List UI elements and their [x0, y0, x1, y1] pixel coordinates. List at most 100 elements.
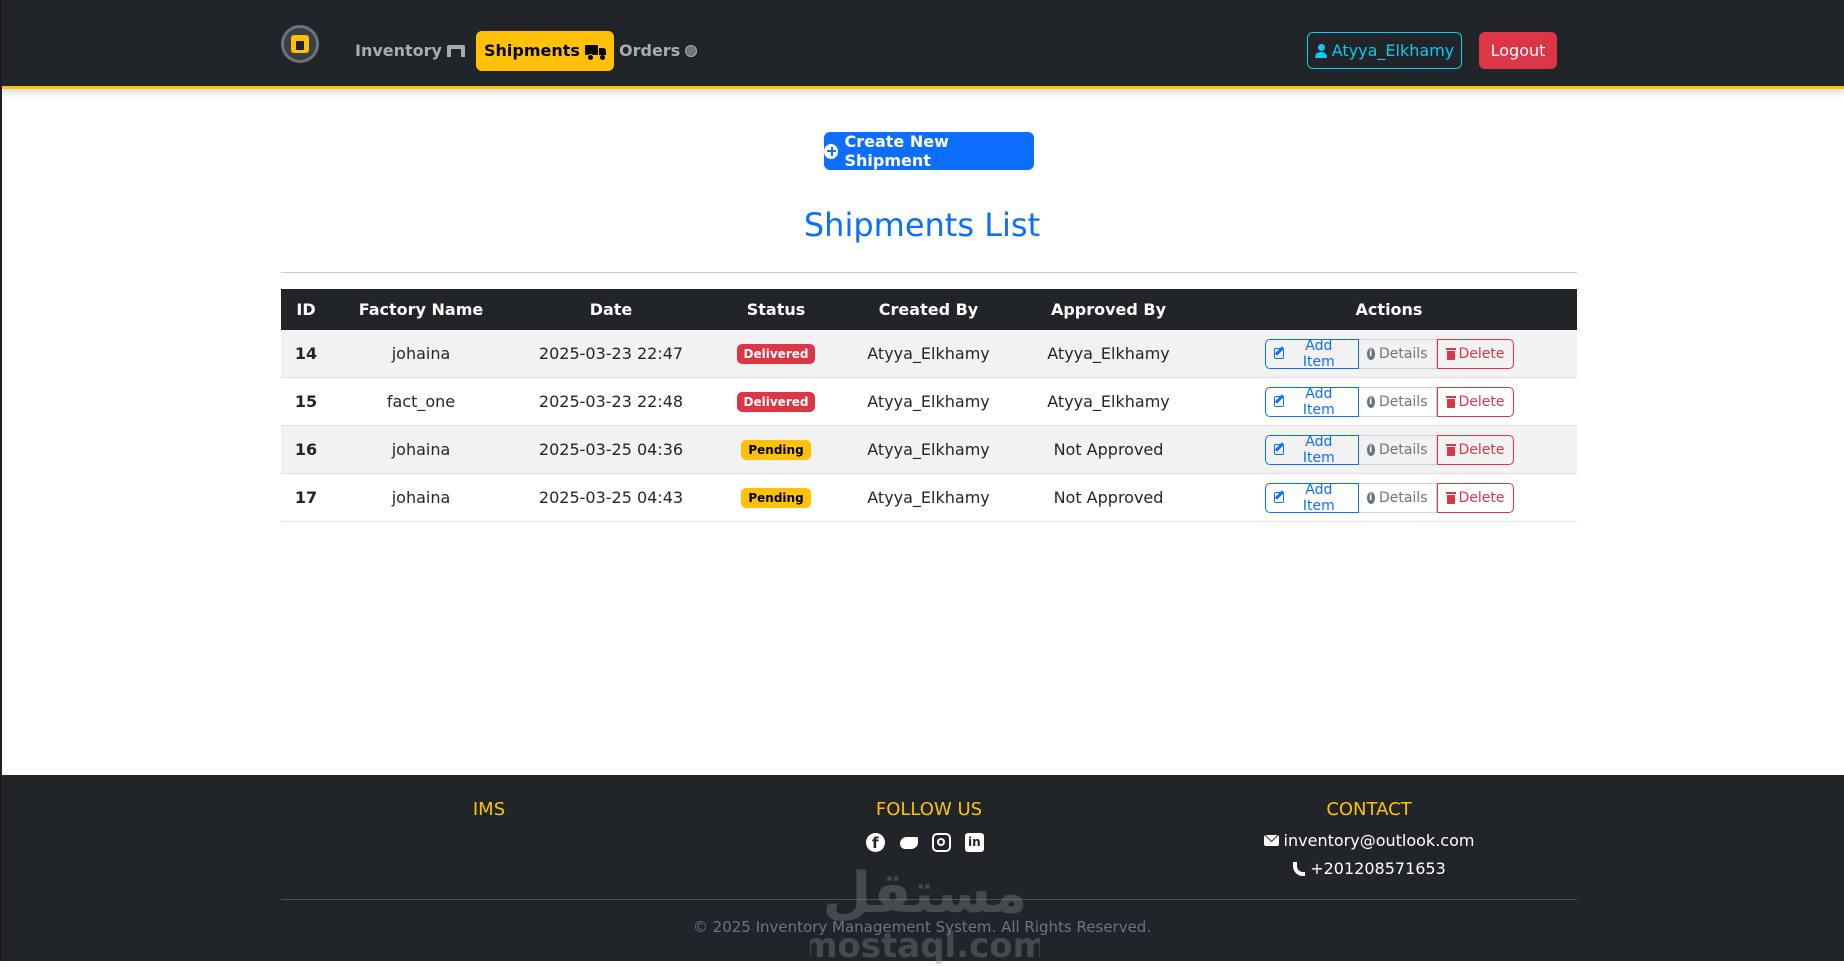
cell-actions: Add Item i Details Delete	[1201, 377, 1577, 426]
cell-factory: johaina	[331, 425, 511, 474]
plus-circle-icon	[824, 143, 839, 159]
add-item-button[interactable]: Add Item	[1264, 337, 1359, 370]
circle-icon	[685, 45, 698, 57]
cell-approved-by: Not Approved	[1016, 425, 1201, 474]
info-icon: i	[1366, 395, 1375, 408]
cell-approved-by: Atyya_Elkhamy	[1016, 377, 1201, 426]
left-edge	[0, 0, 2, 961]
delete-button[interactable]: Delete	[1436, 386, 1514, 417]
details-button[interactable]: i Details	[1358, 386, 1437, 417]
delete-label: Delete	[1458, 345, 1505, 362]
details-button[interactable]: i Details	[1358, 434, 1437, 465]
status-badge: Pending	[741, 440, 811, 460]
add-item-button[interactable]: Add Item	[1264, 433, 1359, 466]
header-date: Date	[511, 289, 711, 330]
shipments-table: ID Factory Name Date Status Created By A…	[281, 289, 1577, 522]
cell-date: 2025-03-25 04:36	[511, 425, 711, 474]
footer-contact-heading: CONTACT	[1326, 799, 1412, 820]
cell-factory: johaina	[331, 330, 511, 378]
cell-id: 16	[281, 425, 331, 474]
info-icon: i	[1366, 443, 1375, 456]
table-row: 15 fact_one 2025-03-23 22:48 Delivered A…	[281, 377, 1577, 426]
action-button-group: Add Item i Details Delete	[1264, 433, 1514, 466]
nav-shipments[interactable]: Shipments	[476, 31, 614, 71]
header-actions: Actions	[1201, 289, 1577, 330]
mostaql-watermark: مستقل mostaql.com	[810, 861, 1040, 966]
trash-icon	[1445, 443, 1456, 456]
user-icon	[1314, 43, 1327, 58]
contact-phone-text: +201208571653	[1310, 859, 1446, 878]
header-approved-by: Approved By	[1016, 289, 1201, 330]
edit-icon	[1273, 444, 1285, 455]
cell-status: Delivered	[711, 377, 841, 426]
add-item-label: Add Item	[1302, 337, 1335, 370]
delete-label: Delete	[1458, 393, 1505, 410]
truck-icon	[584, 44, 606, 61]
edit-icon	[1273, 348, 1285, 359]
nav-inventory-label: Inventory	[355, 41, 442, 60]
phone-icon	[1292, 861, 1306, 876]
footer: IMS FOLLOW US CONTACT inventory@outlook.…	[0, 775, 1844, 966]
header-status: Status	[711, 289, 841, 330]
warehouse-logo-icon[interactable]	[281, 25, 319, 63]
cell-created-by: Atyya_Elkhamy	[841, 425, 1016, 474]
nav-inventory[interactable]: Inventory	[347, 31, 473, 71]
info-icon: i	[1366, 491, 1375, 504]
details-label: Details	[1378, 393, 1428, 410]
cell-created-by: Atyya_Elkhamy	[841, 473, 1016, 522]
cell-approved-by: Not Approved	[1016, 473, 1201, 522]
delete-button[interactable]: Delete	[1436, 482, 1514, 513]
cell-id: 14	[281, 330, 331, 378]
delete-button[interactable]: Delete	[1436, 338, 1514, 369]
create-shipment-button[interactable]: Create New Shipment	[824, 132, 1034, 170]
user-profile-button[interactable]: Atyya_Elkhamy	[1307, 32, 1462, 69]
warehouse-icon	[446, 45, 465, 57]
details-label: Details	[1378, 489, 1428, 506]
footer-follow-heading: FOLLOW US	[875, 799, 983, 820]
copyright-text: © 2025 Inventory Management System. All …	[692, 918, 1152, 936]
cell-created-by: Atyya_Elkhamy	[841, 330, 1016, 378]
page-title: Shipments List	[803, 206, 1041, 244]
delete-label: Delete	[1458, 489, 1505, 506]
delete-button[interactable]: Delete	[1436, 434, 1514, 465]
add-item-label: Add Item	[1302, 385, 1335, 418]
info-icon: i	[1366, 347, 1375, 360]
twitter-icon[interactable]	[899, 833, 918, 852]
logout-button[interactable]: Logout	[1479, 32, 1557, 69]
contact-phone[interactable]: +201208571653	[1219, 859, 1519, 878]
details-button[interactable]: i Details	[1358, 482, 1437, 513]
navbar: Inventory Shipments Orders Atyya_Elkhamy…	[0, 0, 1844, 89]
action-button-group: Add Item i Details Delete	[1264, 385, 1514, 418]
watermark-arabic: مستقل	[823, 861, 1028, 926]
table-row: 16 johaina 2025-03-25 04:36 Pending Atyy…	[281, 425, 1577, 474]
add-item-label: Add Item	[1302, 433, 1335, 466]
edit-icon	[1273, 492, 1285, 503]
add-item-button[interactable]: Add Item	[1264, 385, 1359, 418]
add-item-button[interactable]: Add Item	[1264, 482, 1359, 514]
details-label: Details	[1378, 345, 1428, 362]
social-links	[866, 833, 984, 853]
trash-icon	[1445, 347, 1456, 360]
contact-email[interactable]: inventory@outlook.com	[1219, 831, 1519, 850]
facebook-icon[interactable]	[866, 833, 885, 853]
cell-status: Pending	[711, 425, 841, 474]
create-shipment-label: Create New Shipment	[844, 132, 949, 170]
cell-id: 17	[281, 473, 331, 522]
details-button[interactable]: i Details	[1358, 338, 1437, 369]
cell-status: Delivered	[711, 330, 841, 378]
linkedin-icon[interactable]	[965, 833, 984, 852]
instagram-icon[interactable]	[932, 833, 951, 852]
nav-orders[interactable]: Orders	[611, 31, 705, 71]
cell-actions: Add Item i Details Delete	[1201, 425, 1577, 474]
user-name: Atyya_Elkhamy	[1331, 41, 1455, 60]
cell-factory: fact_one	[331, 377, 511, 426]
cell-actions: Add Item i Details Delete	[1201, 330, 1577, 378]
action-button-group: Add Item i Details Delete	[1264, 482, 1514, 514]
table-row: 17 johaina 2025-03-25 04:43 Pending Atyy…	[281, 473, 1577, 522]
status-badge: Pending	[741, 488, 811, 508]
cell-actions: Add Item i Details Delete	[1201, 473, 1577, 522]
cell-date: 2025-03-23 22:48	[511, 377, 711, 426]
nav-shipments-label: Shipments	[484, 41, 580, 60]
cell-approved-by: Atyya_Elkhamy	[1016, 330, 1201, 378]
table-header-row: ID Factory Name Date Status Created By A…	[281, 289, 1577, 330]
